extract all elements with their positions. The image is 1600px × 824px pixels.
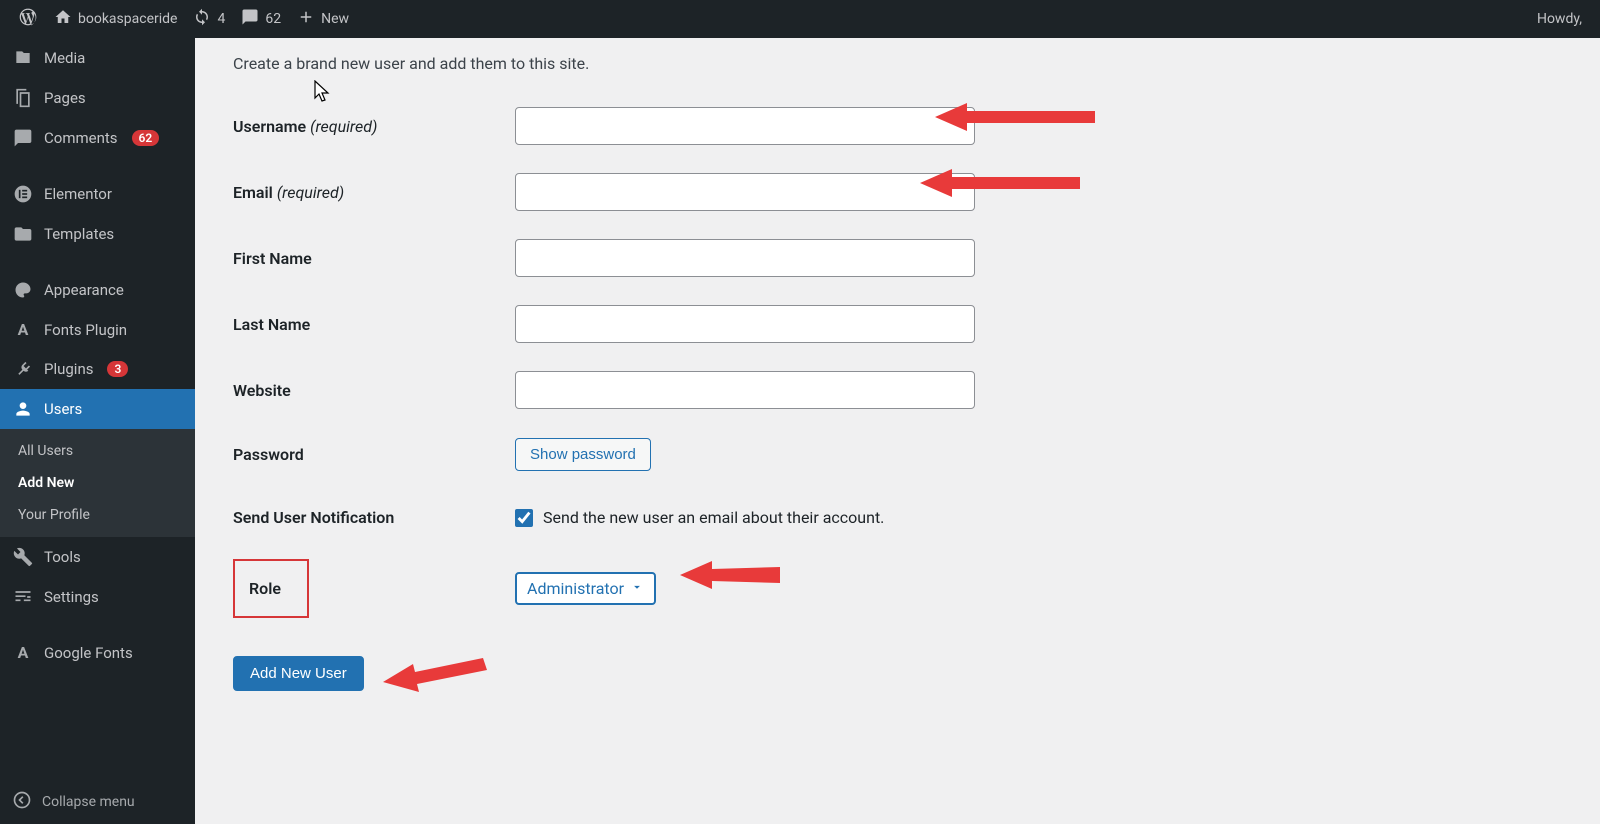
sidebar-item-label: Comments bbox=[44, 129, 118, 147]
sidebar-item-label: Plugins bbox=[44, 360, 93, 378]
submenu-all-users[interactable]: All Users bbox=[0, 435, 195, 467]
sidebar-item-media[interactable]: Media bbox=[0, 38, 195, 78]
sidebar-item-label: Elementor bbox=[44, 185, 112, 203]
sidebar-item-appearance[interactable]: Appearance bbox=[0, 270, 195, 310]
fonts-icon: A bbox=[12, 320, 34, 339]
email-label-cell: Email (required) bbox=[225, 159, 505, 225]
send-notification-row: Send the new user an email about their a… bbox=[515, 508, 1560, 527]
sidebar-item-label: Google Fonts bbox=[44, 644, 133, 662]
add-new-user-button[interactable]: Add New User bbox=[233, 656, 364, 691]
page-description: Create a brand new user and add them to … bbox=[233, 54, 1570, 73]
send-notification-desc: Send the new user an email about their a… bbox=[543, 508, 884, 527]
role-label-highlight: Role bbox=[233, 559, 309, 618]
wordpress-icon bbox=[18, 7, 38, 31]
website-label: Website bbox=[233, 381, 291, 400]
update-icon bbox=[193, 8, 211, 30]
admin-sidebar: Media Pages Comments 62 Elementor Templa… bbox=[0, 38, 195, 824]
collapse-icon bbox=[12, 790, 32, 814]
comments-icon bbox=[12, 128, 34, 148]
username-input[interactable] bbox=[515, 107, 975, 145]
adminbar-comments-count: 62 bbox=[265, 11, 281, 27]
new-content-link[interactable]: New bbox=[289, 0, 357, 38]
collapse-menu-button[interactable]: Collapse menu bbox=[0, 780, 195, 824]
sidebar-item-label: Fonts Plugin bbox=[44, 321, 127, 339]
email-input[interactable] bbox=[515, 173, 975, 211]
send-notification-checkbox[interactable] bbox=[515, 509, 533, 527]
site-name-link[interactable]: bookaspaceride bbox=[46, 0, 185, 38]
add-user-form: Username (required) Email (required) bbox=[225, 93, 1570, 628]
sidebar-item-plugins[interactable]: Plugins 3 bbox=[0, 349, 195, 389]
role-select[interactable]: Administrator bbox=[515, 572, 656, 605]
site-name: bookaspaceride bbox=[78, 11, 177, 27]
sidebar-item-templates[interactable]: Templates bbox=[0, 214, 195, 254]
updates-count: 4 bbox=[217, 11, 225, 27]
sidebar-item-label: Pages bbox=[44, 89, 86, 107]
required-text: (required) bbox=[310, 117, 377, 136]
chevron-down-icon bbox=[630, 579, 644, 598]
main-content: Create a brand new user and add them to … bbox=[195, 38, 1600, 731]
media-icon bbox=[12, 48, 34, 68]
sidebar-item-elementor[interactable]: Elementor bbox=[0, 174, 195, 214]
comment-icon bbox=[241, 8, 259, 30]
first-name-label: First Name bbox=[233, 249, 312, 268]
sidebar-item-settings[interactable]: Settings bbox=[0, 577, 195, 617]
elementor-icon bbox=[12, 184, 34, 204]
last-name-label: Last Name bbox=[233, 315, 310, 334]
username-label-cell: Username (required) bbox=[225, 93, 505, 159]
users-icon bbox=[12, 399, 34, 419]
email-label: Email bbox=[233, 183, 273, 202]
my-account-link[interactable]: Howdy, bbox=[1529, 0, 1590, 38]
new-label: New bbox=[321, 11, 349, 27]
required-text: (required) bbox=[277, 183, 344, 202]
templates-icon bbox=[12, 224, 34, 244]
pages-icon bbox=[12, 88, 34, 108]
annotation-arrow bbox=[383, 650, 493, 694]
sidebar-item-comments[interactable]: Comments 62 bbox=[0, 118, 195, 158]
sidebar-item-label: Media bbox=[44, 49, 85, 67]
settings-icon bbox=[12, 587, 34, 607]
plugins-icon bbox=[12, 359, 34, 379]
plugins-badge: 3 bbox=[107, 361, 128, 377]
annotation-arrow bbox=[680, 555, 790, 595]
show-password-button[interactable]: Show password bbox=[515, 438, 651, 471]
password-label: Password bbox=[233, 445, 304, 464]
sidebar-item-label: Appearance bbox=[44, 281, 124, 299]
username-label: Username bbox=[233, 117, 306, 136]
role-select-value: Administrator bbox=[527, 579, 624, 598]
greeting-text: Howdy, bbox=[1537, 11, 1582, 27]
website-input[interactable] bbox=[515, 371, 975, 409]
sidebar-item-fonts-plugin[interactable]: A Fonts Plugin bbox=[0, 310, 195, 349]
wp-logo[interactable] bbox=[10, 0, 46, 38]
sidebar-item-tools[interactable]: Tools bbox=[0, 537, 195, 577]
sidebar-item-label: Settings bbox=[44, 588, 99, 606]
collapse-label: Collapse menu bbox=[42, 794, 135, 810]
comments-link[interactable]: 62 bbox=[233, 0, 289, 38]
last-name-input[interactable] bbox=[515, 305, 975, 343]
sidebar-item-pages[interactable]: Pages bbox=[0, 78, 195, 118]
submenu-your-profile[interactable]: Your Profile bbox=[0, 499, 195, 531]
appearance-icon bbox=[12, 280, 34, 300]
admin-toolbar: bookaspaceride 4 62 New Howdy, bbox=[0, 0, 1600, 38]
send-notification-label: Send User Notification bbox=[233, 508, 394, 527]
role-label: Role bbox=[249, 579, 281, 598]
current-menu-arrow bbox=[195, 400, 204, 418]
sidebar-item-users[interactable]: Users bbox=[0, 389, 195, 429]
home-icon bbox=[54, 8, 72, 30]
users-submenu: All Users Add New Your Profile bbox=[0, 429, 195, 537]
sidebar-item-label: Tools bbox=[44, 548, 81, 566]
sidebar-item-label: Templates bbox=[44, 225, 114, 243]
comments-badge: 62 bbox=[132, 130, 160, 146]
plus-icon bbox=[297, 8, 315, 30]
sidebar-item-google-fonts[interactable]: A Google Fonts bbox=[0, 633, 195, 672]
updates-link[interactable]: 4 bbox=[185, 0, 233, 38]
google-fonts-icon: A bbox=[12, 643, 34, 662]
submenu-add-new[interactable]: Add New bbox=[0, 467, 195, 499]
first-name-input[interactable] bbox=[515, 239, 975, 277]
tools-icon bbox=[12, 547, 34, 567]
sidebar-item-label: Users bbox=[44, 400, 82, 418]
